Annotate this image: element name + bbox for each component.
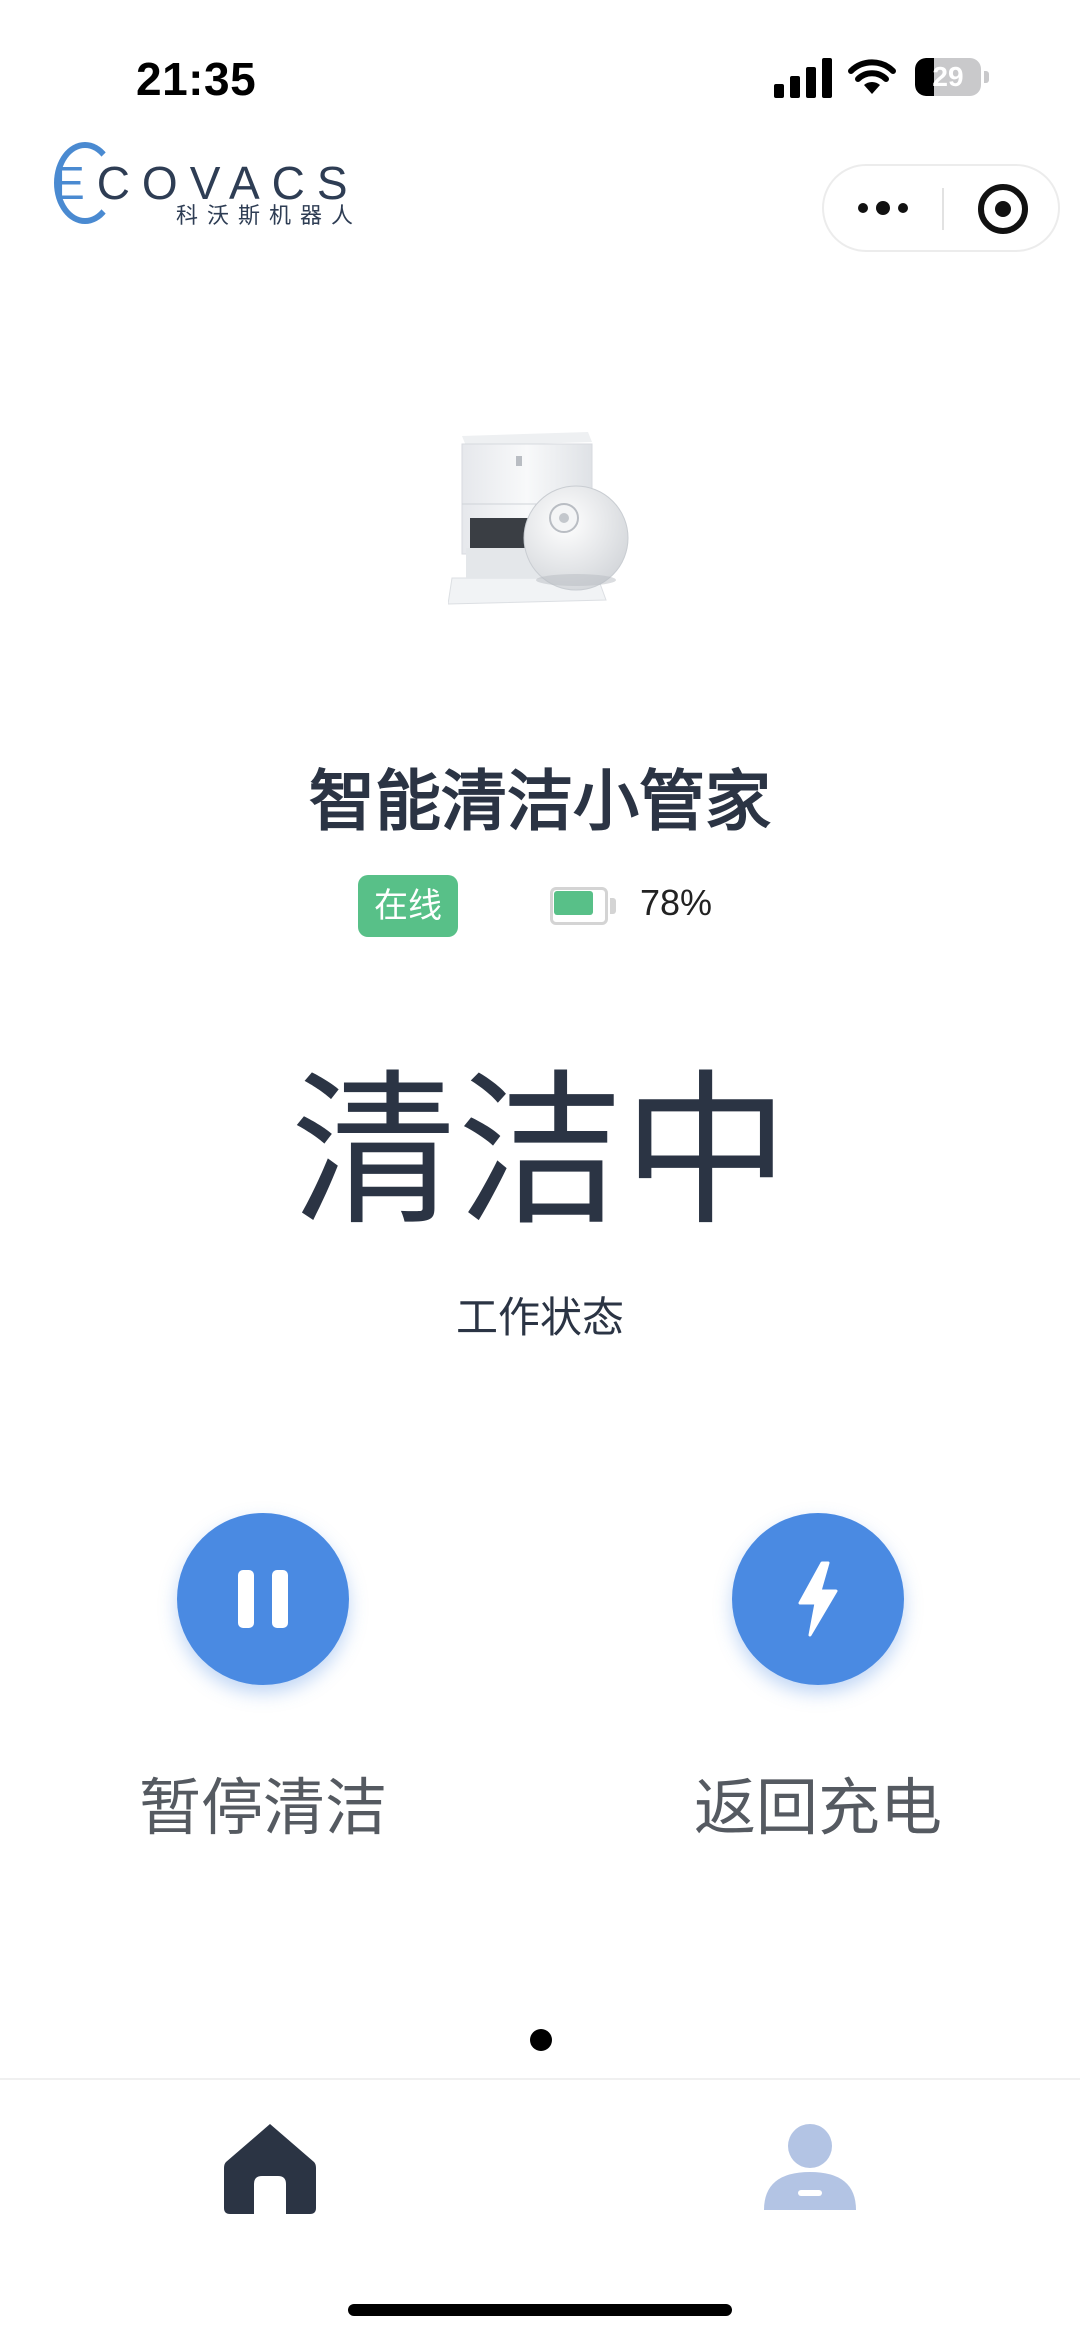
battery-icon: 29 — [915, 58, 989, 98]
target-close-icon[interactable] — [978, 184, 1028, 234]
work-status-label: 工作状态 — [455, 1293, 624, 1342]
capsule-divider — [942, 188, 944, 230]
miniprogram-capsule — [822, 164, 1060, 252]
home-indicator[interactable] — [348, 2304, 732, 2316]
battery-icon — [550, 887, 616, 925]
user-icon[interactable] — [762, 2120, 858, 2216]
work-status-value: 清洁中 — [291, 1056, 789, 1249]
online-status-badge: 在线 — [358, 875, 458, 937]
home-icon[interactable] — [222, 2120, 318, 2216]
status-time: 21:35 — [136, 53, 257, 105]
return-to-charge-label[interactable]: 返回充电 — [658, 1757, 978, 1847]
cellular-signal-icon — [774, 58, 832, 98]
brand-logo: ECOVACS 科沃斯机器人 — [54, 136, 384, 232]
pause-icon — [238, 1570, 288, 1628]
brand-logo-subtitle: 科沃斯机器人 — [176, 204, 363, 229]
pause-cleaning-button[interactable] — [177, 1513, 349, 1685]
return-to-charge-button[interactable] — [732, 1513, 904, 1685]
device-name: 智能清洁小管家 — [309, 763, 771, 840]
status-battery-level: 29 — [932, 61, 964, 92]
battery-percent: 78% — [640, 882, 713, 923]
robot-vacuum-station-image — [448, 432, 629, 605]
pause-cleaning-label[interactable]: 暂停清洁 — [103, 1757, 423, 1847]
page-indicator-dot — [530, 2029, 552, 2051]
return-to-charge-action[interactable]: 返回充电 — [658, 1513, 978, 1847]
pause-cleaning-action[interactable]: 暂停清洁 — [103, 1513, 423, 1847]
more-dots-icon[interactable] — [824, 166, 942, 250]
lightning-icon — [798, 1561, 838, 1637]
wifi-icon — [848, 59, 896, 94]
